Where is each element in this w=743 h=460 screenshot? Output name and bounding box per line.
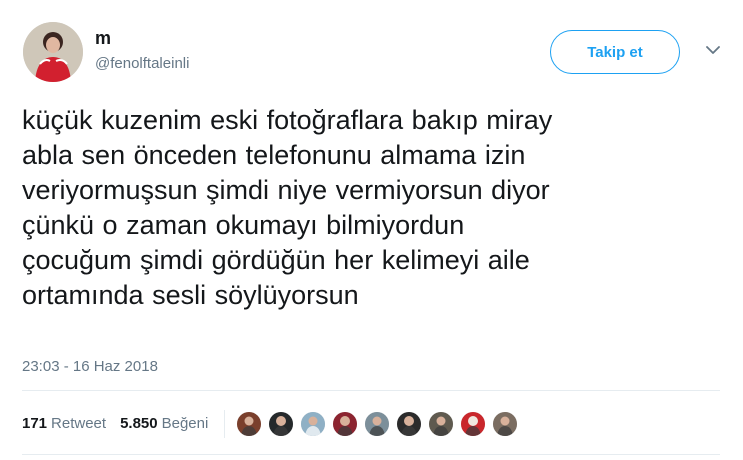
tweet-text: küçük kuzenim eski fotoğraflara bakıp mi… (22, 105, 553, 310)
liker-avatar[interactable] (333, 412, 358, 436)
liker-avatar[interactable] (365, 412, 390, 436)
tweet-stats: 171 Retweet 5.850 Beğeni (22, 410, 525, 438)
liker-avatar[interactable] (493, 412, 518, 436)
liker-avatar[interactable] (397, 412, 422, 436)
retweet-stat[interactable]: 171 Retweet (22, 415, 106, 433)
liker-avatar[interactable] (269, 412, 294, 436)
liker-avatar-icon (301, 412, 326, 436)
tweet-timestamp[interactable]: 23:03 - 16 Haz 2018 (22, 358, 158, 376)
follow-button-label: Takip et (587, 43, 643, 61)
author-names: m @fenolftaleinli (95, 27, 189, 73)
like-label: Beğeni (161, 415, 209, 432)
stats-divider-bottom (22, 454, 720, 455)
profile-photo-icon (23, 22, 83, 82)
retweet-count: 171 (22, 415, 48, 432)
liker-avatar-icon (365, 412, 390, 436)
like-stat[interactable]: 5.850 Beğeni (120, 415, 208, 433)
tweet-header: m @fenolftaleinli Takip et (18, 18, 724, 90)
liker-avatar[interactable] (429, 412, 454, 436)
stats-divider-top (22, 390, 720, 391)
retweet-label: Retweet (51, 415, 107, 432)
liker-avatar[interactable] (301, 412, 326, 436)
profile-avatar[interactable] (23, 22, 83, 82)
like-count: 5.850 (120, 415, 158, 432)
liker-avatar-icon (397, 412, 422, 436)
liker-avatar[interactable] (237, 412, 262, 436)
liker-avatars (237, 412, 525, 436)
author-username[interactable]: @fenolftaleinli (95, 55, 189, 73)
liker-avatar-icon (461, 412, 486, 436)
stats-separator (224, 410, 226, 438)
author-display-name[interactable]: m (95, 27, 189, 49)
liker-avatar[interactable] (461, 412, 486, 436)
tweet-card: m @fenolftaleinli Takip et küçük kuzenim… (0, 0, 743, 460)
liker-avatar-icon (269, 412, 294, 436)
liker-avatar-icon (493, 412, 518, 436)
liker-avatar-icon (333, 412, 358, 436)
liker-avatar-icon (429, 412, 454, 436)
chevron-down-icon[interactable] (706, 45, 720, 55)
liker-avatar-icon (237, 412, 262, 436)
follow-button[interactable]: Takip et (550, 30, 680, 74)
